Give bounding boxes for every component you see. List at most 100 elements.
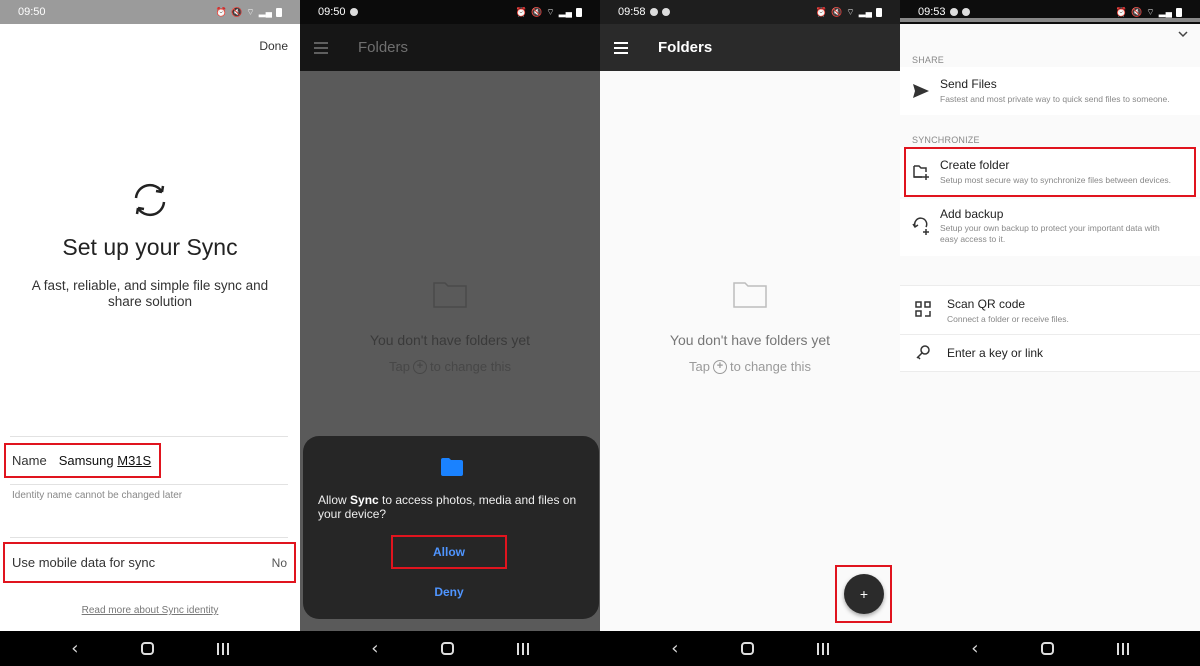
notification-icon <box>949 8 958 16</box>
menu-icon[interactable] <box>314 41 328 54</box>
status-time: 09:53 <box>918 6 946 18</box>
screen-add-menu: 09:53 ⏰ 🔇 ⌔ ▂▄ SHARE Send Files Fastest … <box>900 0 1200 666</box>
app-bar: Folders <box>600 24 900 71</box>
allow-button[interactable]: Allow <box>391 535 507 569</box>
plus-circle-icon: + <box>713 359 727 374</box>
app-bar: Folders <box>300 24 600 71</box>
identity-note: Identity name cannot be changed later <box>12 490 183 501</box>
sync-icon <box>134 183 166 217</box>
menu-item-send-files[interactable]: Send Files Fastest and most private way … <box>900 67 1200 115</box>
mobile-data-label: Use mobile data for sync <box>12 555 156 570</box>
status-time: 09:50 <box>18 6 46 18</box>
item-label: Scan QR code <box>947 297 1026 311</box>
status-bar: 09:50 ⏰ 🔇 ⌔ ▂▄ <box>300 0 600 24</box>
add-fab-button[interactable]: + <box>844 574 884 614</box>
home-icon[interactable] <box>741 642 755 655</box>
name-field[interactable]: Name Samsung M31S <box>4 443 161 478</box>
nav-bar: ‹ <box>300 631 600 666</box>
menu-item-add-backup[interactable]: Add backup Setup your own backup to prot… <box>900 199 1200 256</box>
item-label: Enter a key or link <box>947 346 1044 360</box>
status-bar: 09:58 ⏰ 🔇 ⌔ ▂▄ <box>600 0 900 24</box>
name-value[interactable]: Samsung M31S <box>59 453 152 468</box>
alarm-icon: ⏰ <box>515 6 527 17</box>
home-icon[interactable] <box>441 642 455 655</box>
permission-message: Allow Sync to access photos, media and f… <box>318 493 588 521</box>
recent-apps-icon[interactable] <box>816 642 829 655</box>
status-time-group: 09:50 <box>318 6 358 18</box>
status-time-group: 09:58 <box>618 6 670 18</box>
empty-state-hint: Tap + to change this <box>300 359 600 374</box>
app-bar-title: Folders <box>658 39 713 56</box>
page-subtitle: A fast, reliable, and simple file sync a… <box>31 278 269 309</box>
status-time: 09:50 <box>318 6 346 18</box>
item-label: Send Files <box>940 77 997 91</box>
wifi-icon: ⌔ <box>546 6 555 17</box>
wifi-icon: ⌔ <box>246 6 255 17</box>
empty-state-title: You don't have folders yet <box>369 332 531 348</box>
notification-icon <box>349 8 358 16</box>
screen-folders-permission: 09:50 ⏰ 🔇 ⌔ ▂▄ Folders You don't have fo… <box>300 0 600 666</box>
battery-icon <box>876 7 882 17</box>
msg-app-name: Sync <box>350 493 379 507</box>
notification-icon <box>661 8 670 16</box>
back-icon[interactable]: ‹ <box>971 639 978 658</box>
name-value-part2: M31S <box>117 453 152 468</box>
hint-before: Tap <box>689 359 710 374</box>
divider <box>900 371 1200 372</box>
menu-item-scan-qr[interactable]: Scan QR code Connect a folder or receive… <box>900 286 1200 334</box>
battery-icon <box>276 7 282 17</box>
divider <box>10 436 288 437</box>
mute-icon: 🔇 <box>831 6 843 17</box>
permission-dialog: Allow Sync to access photos, media and f… <box>303 436 599 619</box>
status-icons: ⏰ 🔇 ⌔ ▂▄ <box>216 7 282 18</box>
alarm-icon: ⏰ <box>215 6 227 17</box>
signal-icon: ▂▄ <box>558 6 572 17</box>
plus-icon: + <box>859 586 869 602</box>
page-title: Set up your Sync <box>62 234 238 260</box>
mute-icon: 🔇 <box>231 6 243 17</box>
nav-bar: ‹ <box>900 631 1200 666</box>
qr-code-icon <box>915 301 931 317</box>
done-button[interactable]: Done <box>259 39 288 53</box>
battery-icon <box>576 7 582 17</box>
status-icons: ⏰ 🔇 ⌔ ▂▄ <box>1116 7 1182 18</box>
signal-icon: ▂▄ <box>258 6 272 17</box>
back-icon[interactable]: ‹ <box>671 639 678 658</box>
home-icon[interactable] <box>1041 642 1055 655</box>
key-icon <box>916 345 930 360</box>
item-label: Add backup <box>940 207 1004 221</box>
battery-icon <box>1176 7 1182 17</box>
menu-item-enter-key[interactable]: Enter a key or link <box>900 335 1200 371</box>
status-icons: ⏰ 🔇 ⌔ ▂▄ <box>516 7 582 18</box>
chevron-down-icon[interactable] <box>1178 29 1188 39</box>
item-desc: Setup your own backup to protect your im… <box>940 223 1160 244</box>
name-label: Name <box>12 453 47 468</box>
menu-icon[interactable] <box>614 41 628 54</box>
sheet-edge <box>900 18 1200 22</box>
read-more-link[interactable]: Read more about Sync identity <box>0 605 300 616</box>
fab-highlight: + <box>835 565 892 623</box>
plus-circle-icon: + <box>413 359 427 374</box>
recent-apps-icon[interactable] <box>516 642 529 655</box>
deny-button[interactable]: Deny <box>391 582 507 602</box>
hint-after: to change this <box>430 359 511 374</box>
notification-icon <box>649 8 658 16</box>
divider <box>10 537 288 538</box>
back-icon[interactable]: ‹ <box>71 639 78 658</box>
msg-before: Allow <box>318 493 351 507</box>
status-time: 09:58 <box>618 6 646 18</box>
screen-folders-empty: 09:58 ⏰ 🔇 ⌔ ▂▄ Folders You don't have fo… <box>600 0 900 666</box>
send-icon <box>913 84 929 98</box>
status-bar: 09:50 ⏰ 🔇 ⌔ ▂▄ <box>0 0 300 24</box>
recent-apps-icon[interactable] <box>1116 642 1129 655</box>
mobile-data-value[interactable]: No <box>272 556 287 570</box>
empty-state-title: You don't have folders yet <box>669 332 831 348</box>
alarm-icon: ⏰ <box>1115 6 1127 17</box>
recent-apps-icon[interactable] <box>216 642 229 655</box>
home-icon[interactable] <box>141 642 155 655</box>
name-value-part1: Samsung <box>58 453 118 468</box>
hint-before: Tap <box>389 359 410 374</box>
mobile-data-setting[interactable]: Use mobile data for sync No <box>3 542 296 583</box>
back-icon[interactable]: ‹ <box>371 639 378 658</box>
signal-icon: ▂▄ <box>858 6 872 17</box>
